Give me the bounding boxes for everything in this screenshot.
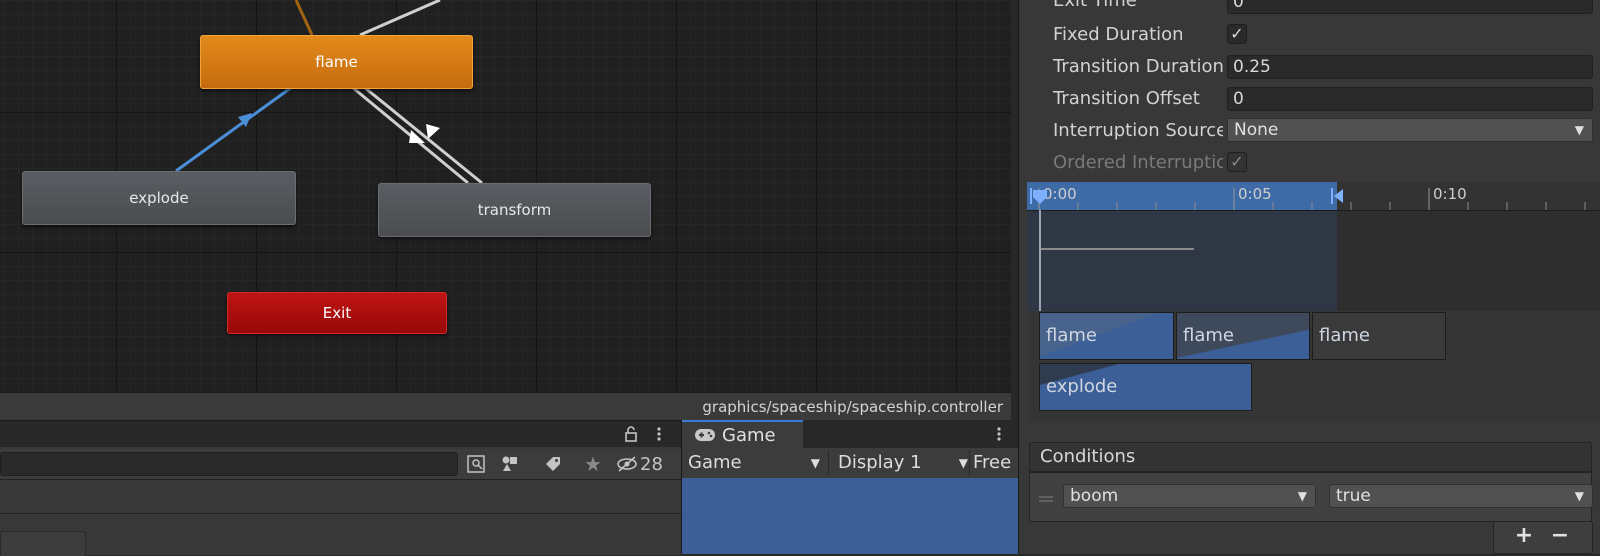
state-explode-label: explode <box>129 189 189 207</box>
display-select[interactable]: Display 1 ▼ <box>834 450 974 476</box>
animator-graph[interactable]: flame explode transform Exit <box>0 0 1011 392</box>
transition-arrow-flame <box>426 124 440 139</box>
condition-parameter-value: boom <box>1070 486 1119 506</box>
condition-parameter-select[interactable]: boom ▼ <box>1063 484 1316 508</box>
game-view-value: Game <box>688 452 742 473</box>
state-exit[interactable]: Exit <box>227 292 447 334</box>
aspect-value: Free <box>973 452 1012 473</box>
divider <box>828 450 829 476</box>
lock-icon[interactable] <box>620 421 642 447</box>
tab-game-label: Game <box>722 424 776 446</box>
chevron-down-icon: ▼ <box>958 456 968 470</box>
tick-label: 0:00 <box>1043 185 1077 203</box>
condition-value-select[interactable]: true ▼ <box>1329 484 1593 508</box>
interruption-source-select[interactable]: None ▼ <box>1227 118 1593 142</box>
project-tab-strip <box>0 421 681 447</box>
hidden-packages-toggle[interactable]: 28 <box>616 451 676 477</box>
tick-label: 0:10 <box>1433 185 1467 203</box>
game-view-select[interactable]: Game ▼ <box>688 450 828 476</box>
game-view <box>682 478 1019 554</box>
transition-flame-explode <box>175 85 293 173</box>
transition-offset-field[interactable]: 0 <box>1227 87 1593 111</box>
condition-value-value: true <box>1336 486 1371 506</box>
filter-by-label-icon[interactable] <box>540 451 566 477</box>
ordered-interruption-label: Ordered Interruption <box>1053 152 1223 173</box>
state-transform[interactable]: transform <box>378 183 651 237</box>
weight-curve <box>1039 248 1194 250</box>
clip-explode[interactable]: explode <box>1039 363 1252 411</box>
gamepad-icon <box>695 429 715 441</box>
transition-duration-field[interactable]: 0.25 <box>1227 55 1593 79</box>
state-explode[interactable]: explode <box>22 171 296 225</box>
state-flame[interactable]: flame <box>200 35 473 89</box>
clip-flame[interactable]: flame <box>1039 312 1174 360</box>
transition-timeline[interactable]: 0:00 0:05 0:10 flame flame flame explode <box>1027 182 1600 422</box>
remove-condition-button[interactable]: − <box>1545 522 1575 550</box>
interruption-source-value: None <box>1234 120 1279 140</box>
transition-transform-flame <box>363 85 483 185</box>
project-panel: ★ 28 <box>0 420 681 556</box>
tab-game[interactable]: Game <box>682 420 803 448</box>
interruption-source-label: Interruption Source <box>1053 120 1223 141</box>
kebab-menu-icon[interactable] <box>648 421 670 447</box>
state-transform-label: transform <box>477 201 552 219</box>
controller-path: graphics/spaceship/spaceship.controller <box>702 398 1003 416</box>
clip-flame[interactable]: flame <box>1176 312 1310 360</box>
game-kebab-menu-icon[interactable] <box>992 426 1006 442</box>
timeline-curve-highlight <box>1027 211 1337 311</box>
transition-offset-label: Transition Offset <box>1053 88 1200 109</box>
aspect-select[interactable]: Free <box>973 450 1019 476</box>
filter-by-type-icon[interactable] <box>497 451 523 477</box>
fixed-duration-label: Fixed Duration <box>1053 24 1184 45</box>
transition-entry-flame <box>294 0 314 36</box>
exit-time-label: Exit Time <box>1053 0 1137 11</box>
chevron-down-icon: ▼ <box>810 456 820 470</box>
state-exit-label: Exit <box>322 304 352 322</box>
search-by-type-icon[interactable] <box>463 451 489 477</box>
add-condition-button[interactable]: + <box>1509 522 1539 550</box>
exit-time-field[interactable]: 0 <box>1227 0 1593 14</box>
conditions-footer <box>1493 522 1593 554</box>
display-value: Display 1 <box>838 452 922 473</box>
transition-end-marker-icon[interactable] <box>1331 188 1345 204</box>
transition-any-flame <box>359 0 441 37</box>
chevron-down-icon: ▼ <box>1297 489 1307 503</box>
timeline-ticks <box>1038 188 1586 210</box>
divider <box>969 450 970 476</box>
project-search-input[interactable] <box>0 452 458 476</box>
chevron-down-icon: ▼ <box>1574 489 1584 503</box>
divider <box>0 513 681 514</box>
ordered-interruption-checkbox[interactable]: ✓ <box>1227 152 1247 172</box>
hidden-count: 28 <box>640 453 663 475</box>
conditions-header: Conditions <box>1029 442 1592 472</box>
transition-duration-label: Transition Duration <box>1053 56 1223 77</box>
eye-slash-icon <box>617 456 637 472</box>
chevron-down-icon: ▼ <box>1574 123 1584 137</box>
tick-label: 0:05 <box>1238 185 1272 203</box>
transition-flame-transform <box>351 85 469 185</box>
project-list-header <box>0 531 86 556</box>
game-panel: Game Game ▼ Display 1 ▼ Free <box>681 420 1019 554</box>
favorites-star-icon[interactable]: ★ <box>580 451 606 477</box>
controller-path-bar: graphics/spaceship/spaceship.controller <box>0 392 1011 421</box>
fixed-duration-checkbox[interactable]: ✓ <box>1227 24 1247 44</box>
state-flame-label: flame <box>315 53 358 71</box>
playhead-marker-icon[interactable] <box>1030 186 1048 206</box>
drag-handle-icon[interactable] <box>1039 488 1053 502</box>
clip-flame[interactable]: flame <box>1312 312 1446 360</box>
